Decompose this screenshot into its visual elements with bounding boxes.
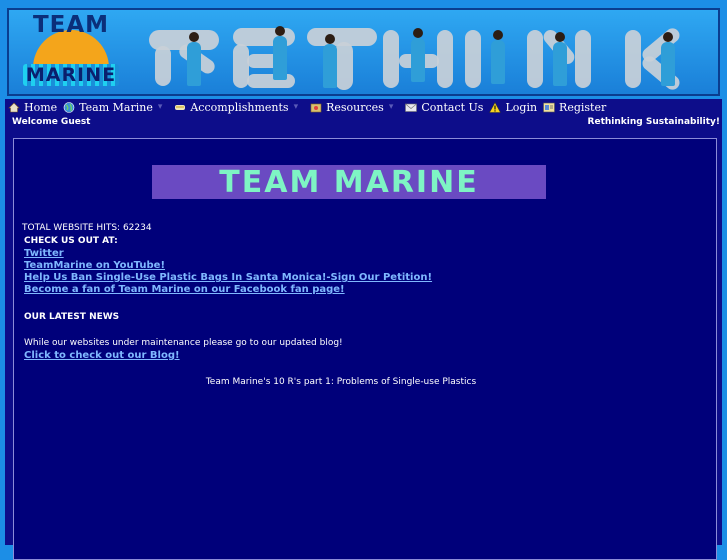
latest-news-heading: OUR LATEST NEWS [24, 312, 120, 322]
warning-icon [489, 101, 502, 113]
nav-register-label: Register [559, 100, 607, 114]
house-icon [8, 102, 20, 113]
maintenance-notice: While our websites under maintenance ple… [24, 338, 343, 348]
team-marine-title-banner: TEAM MARINE [152, 164, 546, 200]
nav-login[interactable]: Login [489, 101, 537, 114]
petition-link[interactable]: Help Us Ban Single-Use Plastic Bags In S… [24, 272, 432, 283]
register-icon [543, 102, 555, 113]
envelope-icon [405, 102, 418, 113]
welcome-greeting: Welcome Guest [12, 117, 91, 127]
main-nav: Home Team Marine ▾ Accomplishments ▾ Res… [5, 99, 722, 115]
nav-resources-label: Resources [326, 100, 384, 114]
logo-text-team: TEAM [32, 12, 110, 38]
dropdown-arrow-icon: ▾ [293, 102, 299, 112]
news-post-title[interactable]: Team Marine's 10 R's part 1: Problems of… [14, 377, 668, 387]
nav-home-label: Home [24, 100, 58, 114]
team-marine-logo[interactable]: TEAM MARINE [15, 12, 127, 94]
dropdown-arrow-icon: ▾ [388, 102, 394, 112]
website-hits-counter: TOTAL WEBSITE HITS: 62234 [22, 223, 152, 233]
content-box: TEAM MARINE TOTAL WEBSITE HITS: 62234 CH… [13, 138, 717, 560]
dropdown-arrow-icon: ▾ [157, 102, 163, 112]
globe-icon [63, 101, 75, 113]
folder-icon [310, 102, 322, 113]
main-panel: TEAM MARINE TOTAL WEBSITE HITS: 62234 CH… [5, 130, 722, 560]
nav-team-marine-label: Team Marine [79, 100, 153, 114]
youtube-link[interactable]: TeamMarine on YouTube! [24, 260, 165, 271]
rethink-bag-letters-image [147, 16, 717, 93]
nav-contact-us[interactable]: Contact Us [405, 101, 483, 114]
trophy-icon [174, 102, 186, 113]
nav-accomplishments-label: Accomplishments [190, 100, 289, 114]
welcome-bar: Welcome Guest Rethinking Sustainability! [5, 115, 722, 130]
banner-title-text: TEAM MARINE [219, 164, 479, 200]
facebook-link[interactable]: Become a fan of Team Marine on our Faceb… [24, 284, 345, 295]
check-us-out-heading: CHECK US OUT AT: [24, 236, 118, 246]
logo-text-marine: MARINE [23, 64, 119, 86]
nav-home[interactable]: Home [8, 101, 57, 114]
twitter-link[interactable]: Twitter [24, 248, 64, 259]
nav-resources[interactable]: Resources ▾ [310, 101, 399, 114]
nav-team-marine[interactable]: Team Marine ▾ [63, 101, 168, 114]
site-tagline: Rethinking Sustainability! [587, 117, 720, 127]
nav-login-label: Login [505, 100, 538, 114]
blog-link[interactable]: Click to check out our Blog! [24, 350, 180, 361]
header-banner: TEAM MARINE [7, 8, 720, 96]
nav-contact-us-label: Contact Us [421, 100, 484, 114]
nav-register[interactable]: Register [543, 101, 606, 114]
nav-accomplishments[interactable]: Accomplishments ▾ [174, 101, 304, 114]
